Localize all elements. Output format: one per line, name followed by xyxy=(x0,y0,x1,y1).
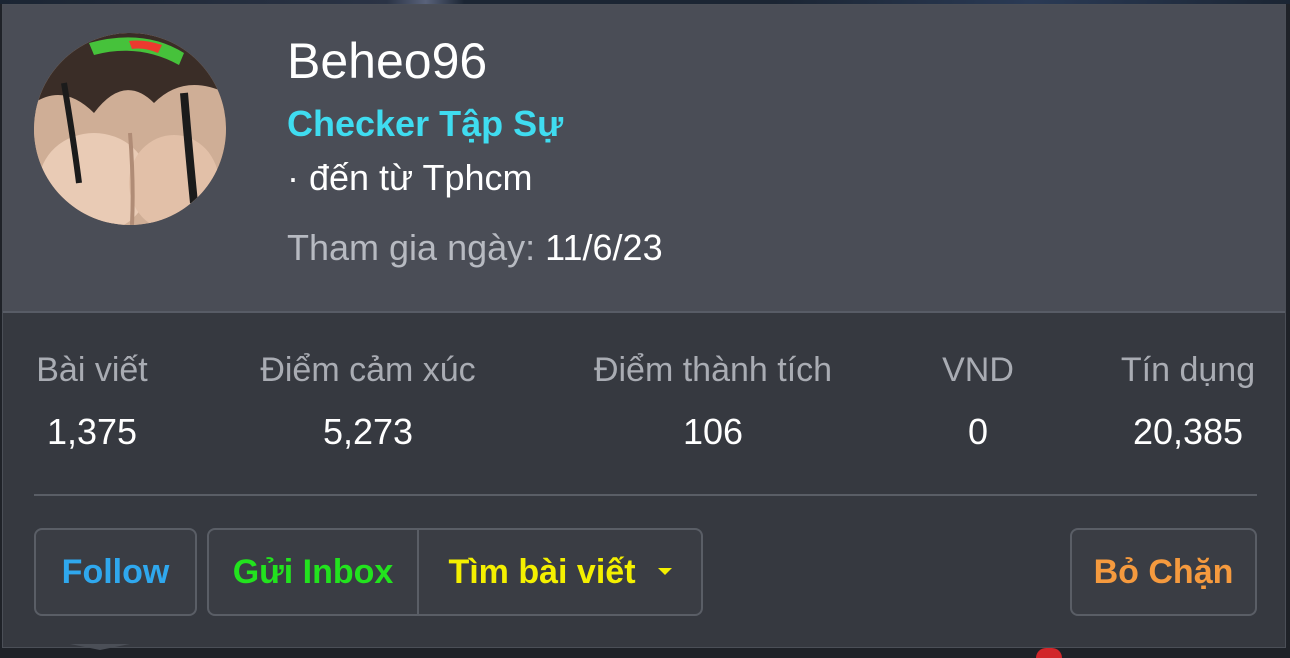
stat-label: VND xyxy=(942,351,1014,389)
follow-button[interactable]: Follow xyxy=(34,528,197,616)
stats-row: Bài viết 1,375 Điểm cảm xúc 5,273 Điểm t… xyxy=(3,345,1285,465)
stat-label: Bài viết xyxy=(36,351,148,389)
stat-credits[interactable]: Tín dụng 20,385 xyxy=(1103,345,1273,457)
member-profile-card: Beheo96 Checker Tập Sự · đến từ Tphcm Th… xyxy=(2,4,1286,648)
message-actions-group: Gửi Inbox Tìm bài viết xyxy=(207,528,703,616)
username: Beheo96 xyxy=(287,33,488,89)
stat-reactions[interactable]: Điểm cảm xúc 5,273 xyxy=(243,345,493,457)
stat-value: 0 xyxy=(967,411,989,452)
find-posts-label: Tìm bài viết xyxy=(448,553,636,591)
divider xyxy=(34,494,1257,496)
notification-dot xyxy=(1036,648,1062,658)
user-rank: Checker Tập Sự xyxy=(287,103,564,144)
stat-posts[interactable]: Bài viết 1,375 xyxy=(32,345,152,457)
stat-value: 106 xyxy=(682,411,744,452)
stat-vnd[interactable]: VND 0 xyxy=(923,345,1033,457)
stat-value: 20,385 xyxy=(1132,411,1244,452)
stat-value: 5,273 xyxy=(322,411,414,452)
join-date-label: Tham gia ngày: xyxy=(287,227,536,268)
stat-label: Điểm cảm xúc xyxy=(260,351,476,389)
user-location: · đến từ Tphcm xyxy=(287,157,533,198)
join-date: Tham gia ngày: 11/6/23 xyxy=(287,225,663,271)
join-date-value: 11/6/23 xyxy=(545,227,663,268)
chevron-down-icon xyxy=(657,567,672,575)
stat-label: Điểm thành tích xyxy=(593,351,833,389)
card-pointer xyxy=(70,644,130,650)
avatar[interactable] xyxy=(34,33,226,225)
unblock-button[interactable]: Bỏ Chặn xyxy=(1070,528,1257,616)
stat-value: 1,375 xyxy=(46,411,138,452)
send-inbox-button[interactable]: Gửi Inbox xyxy=(209,530,419,614)
stat-achievements[interactable]: Điểm thành tích 106 xyxy=(578,345,848,457)
avatar-image xyxy=(34,33,226,225)
stat-label: Tín dụng xyxy=(1120,351,1256,389)
profile-header: Beheo96 Checker Tập Sự · đến từ Tphcm Th… xyxy=(3,5,1285,313)
find-posts-button[interactable]: Tìm bài viết xyxy=(419,530,701,614)
